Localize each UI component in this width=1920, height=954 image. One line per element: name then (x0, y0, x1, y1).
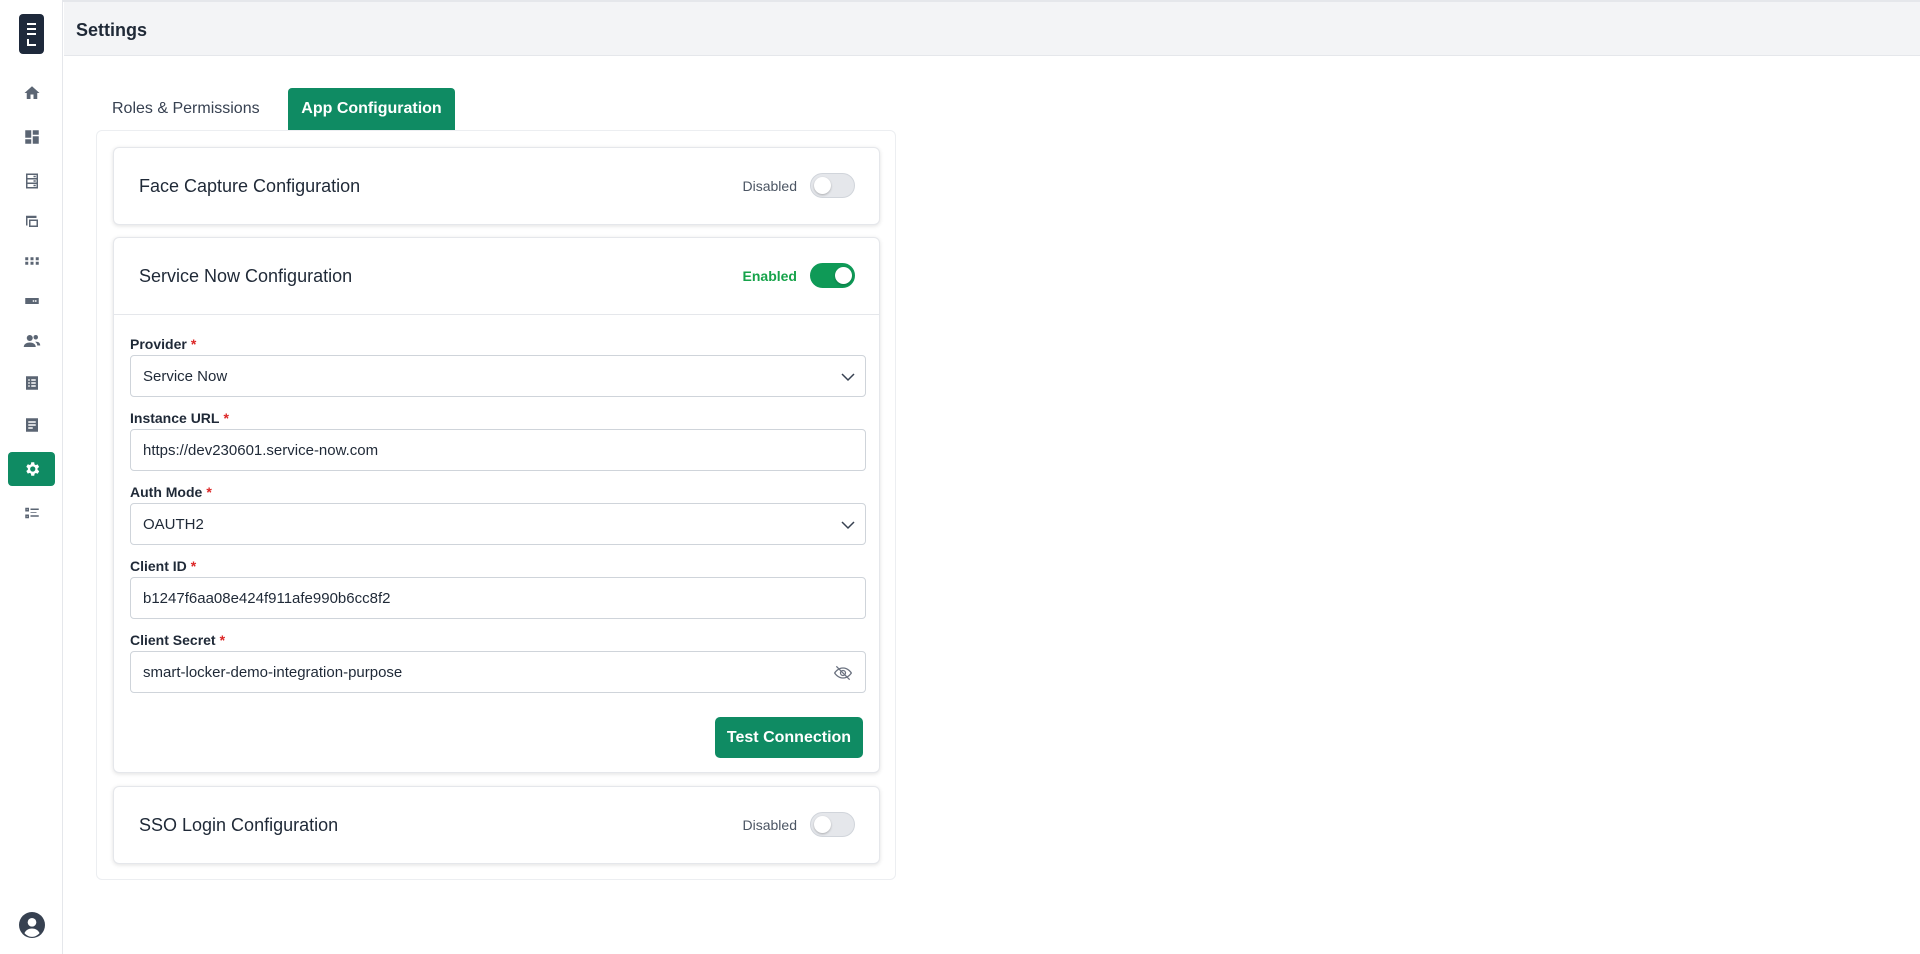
client-secret-label: Client Secret * (130, 632, 226, 648)
service-now-header[interactable]: Service Now Configuration Enabled (114, 238, 879, 314)
auth-mode-value: OAUTH2 (143, 516, 204, 533)
service-now-status: Enabled (742, 268, 797, 284)
tab-roles-permissions[interactable]: Roles & Permissions (112, 88, 260, 130)
auth-mode-label: Auth Mode * (130, 484, 212, 500)
account-circle-icon[interactable] (19, 912, 45, 938)
page-header: Settings (64, 2, 1920, 56)
page-title: Settings (76, 20, 148, 40)
sso-header[interactable]: SSO Login Configuration Disabled (114, 787, 879, 863)
instance-url-input[interactable]: https://dev230601.service-now.com (130, 429, 866, 471)
gear-icon[interactable] (8, 452, 55, 486)
face-capture-card: Face Capture Configuration Disabled (113, 147, 880, 225)
badge-icon[interactable] (8, 284, 55, 318)
client-secret-value: smart-locker-demo-integration-purpose (143, 664, 403, 681)
locker-icon[interactable] (8, 164, 55, 198)
sso-toggle[interactable] (810, 812, 855, 837)
tab-app-configuration[interactable]: App Configuration (288, 88, 455, 130)
sso-card: SSO Login Configuration Disabled (113, 786, 880, 864)
face-capture-header[interactable]: Face Capture Configuration Disabled (114, 148, 879, 224)
eye-off-icon[interactable] (833, 663, 853, 683)
auth-mode-select[interactable]: OAUTH2 (130, 503, 866, 545)
sidebar (0, 0, 63, 954)
service-now-card: Service Now Configuration Enabled Provid… (113, 237, 880, 773)
provider-value: Service Now (143, 368, 228, 385)
toggle-knob (814, 177, 831, 194)
service-now-toggle[interactable] (810, 263, 855, 288)
users-icon[interactable] (8, 324, 55, 358)
provider-label: Provider * (130, 336, 197, 352)
client-id-label: Client ID * (130, 558, 197, 574)
test-connection-button[interactable]: Test Connection (715, 717, 863, 758)
app-configuration-panel: Face Capture Configuration Disabled Serv… (96, 130, 896, 880)
client-secret-input[interactable]: smart-locker-demo-integration-purpose (130, 651, 866, 693)
face-capture-toggle[interactable] (810, 173, 855, 198)
sso-title: SSO Login Configuration (139, 815, 339, 835)
client-id-input[interactable]: b1247f6aa08e424f911afe990b6cc8f2 (130, 577, 866, 619)
instance-url-value: https://dev230601.service-now.com (143, 442, 379, 459)
chevron-down-icon (841, 521, 855, 530)
instance-url-label: Instance URL * (130, 410, 229, 426)
document-icon[interactable] (8, 408, 55, 442)
toggle-knob (835, 267, 852, 284)
home-icon[interactable] (8, 76, 55, 110)
sso-status: Disabled (742, 817, 797, 833)
service-now-title: Service Now Configuration (139, 266, 353, 286)
list-icon[interactable] (8, 366, 55, 400)
app-logo[interactable] (19, 14, 44, 54)
dashboard-icon[interactable] (8, 120, 55, 154)
face-capture-status: Disabled (742, 178, 797, 194)
chevron-down-icon (841, 373, 855, 382)
client-id-value: b1247f6aa08e424f911afe990b6cc8f2 (143, 590, 391, 607)
service-now-form: Provider * Service Now Instance URL * http… (114, 314, 879, 772)
devices-icon[interactable] (8, 204, 55, 238)
apps-grid-icon[interactable] (8, 244, 55, 278)
face-capture-title: Face Capture Configuration (139, 176, 361, 196)
provider-select[interactable]: Service Now (130, 355, 866, 397)
toggle-knob (814, 816, 831, 833)
checklist-icon[interactable] (8, 496, 55, 530)
